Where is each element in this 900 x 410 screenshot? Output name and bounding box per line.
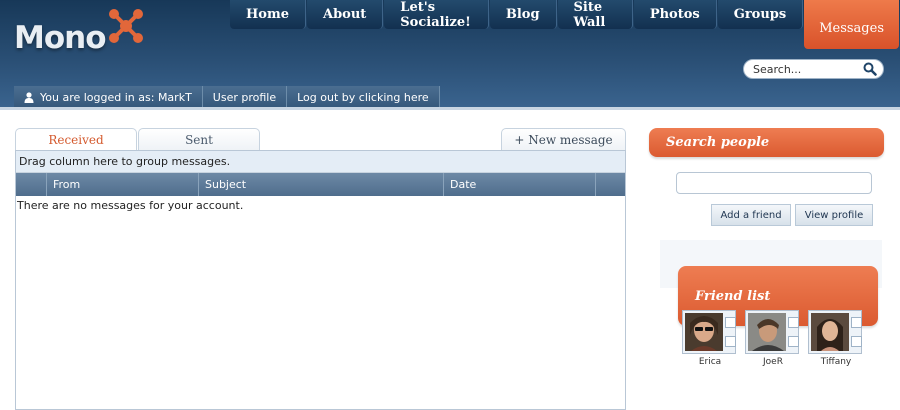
logo-text: Mono [14,20,107,56]
grid-header: From Subject Date [16,173,625,196]
messages-grid: Drag column here to group messages. From… [15,150,626,410]
search-people-panel [660,150,882,240]
column-date[interactable]: Date [444,173,596,196]
tab-received[interactable]: Received [15,128,137,151]
column-extra [596,173,625,196]
nav-site-wall[interactable]: Site Wall [557,0,633,30]
new-message-button[interactable]: + New message [501,128,626,151]
friend-photo-frame [808,310,862,354]
friend-avatar[interactable] [685,313,723,351]
column-select[interactable] [16,173,47,196]
add-friend-button[interactable]: Add a friend [711,204,791,226]
user-bar: You are logged in as: MarkT User profile… [14,86,440,108]
message-tabs: Received Sent + New message [15,128,626,151]
friend-photo-frame [682,310,736,354]
column-from[interactable]: From [47,173,199,196]
column-subject[interactable]: Subject [199,173,444,196]
group-by-area[interactable]: Drag column here to group messages. [16,151,625,173]
search-people-title: Search people [649,128,884,157]
nav-groups[interactable]: Groups [717,0,804,29]
search-input[interactable] [753,62,863,77]
zoom-icon[interactable] [851,317,862,328]
delete-icon[interactable] [851,336,862,347]
logo-molecule-icon [109,9,143,43]
user-icon [24,91,34,103]
logout-link[interactable]: Log out by clicking here [287,86,440,108]
search-icon[interactable] [863,62,877,76]
site-search [743,59,884,79]
friend-item[interactable]: Erica [678,310,736,370]
site-header: Mono Home About Let's Socialize! Blog Si… [0,0,900,110]
friend-avatar[interactable] [811,313,849,351]
nav-photos[interactable]: Photos [633,0,717,29]
logged-in-text: You are logged in as: MarkT [40,90,192,104]
user-profile-link[interactable]: User profile [202,86,288,108]
people-search-input[interactable] [676,172,872,194]
friend-photo-frame [745,310,799,354]
delete-icon[interactable] [788,336,799,347]
zoom-icon[interactable] [788,317,799,328]
logged-in-status: You are logged in as: MarkT [14,86,203,108]
nav-blog[interactable]: Blog [489,0,557,29]
friend-list: Erica JoeR Tiffany [678,310,878,370]
friend-item[interactable]: JoeR [741,310,799,370]
friend-avatar[interactable] [748,313,786,351]
friend-name: Tiffany [820,357,852,367]
friend-name: JoeR [763,357,783,367]
tab-sent[interactable]: Sent [138,128,260,151]
nav-home[interactable]: Home [230,0,306,29]
friend-name: Erica [698,357,722,367]
main-nav: Home About Let's Socialize! Blog Site Wa… [230,0,900,49]
delete-icon[interactable] [725,336,736,347]
view-profile-button[interactable]: View profile [795,204,873,226]
site-logo[interactable]: Mono [14,6,154,62]
empty-message-text: There are no messages for your account. [17,199,244,212]
friend-item[interactable]: Tiffany [804,310,862,370]
zoom-icon[interactable] [725,317,736,328]
nav-about[interactable]: About [306,0,384,29]
nav-lets-socialize[interactable]: Let's Socialize! [384,0,489,30]
nav-messages[interactable]: Messages [804,0,899,49]
